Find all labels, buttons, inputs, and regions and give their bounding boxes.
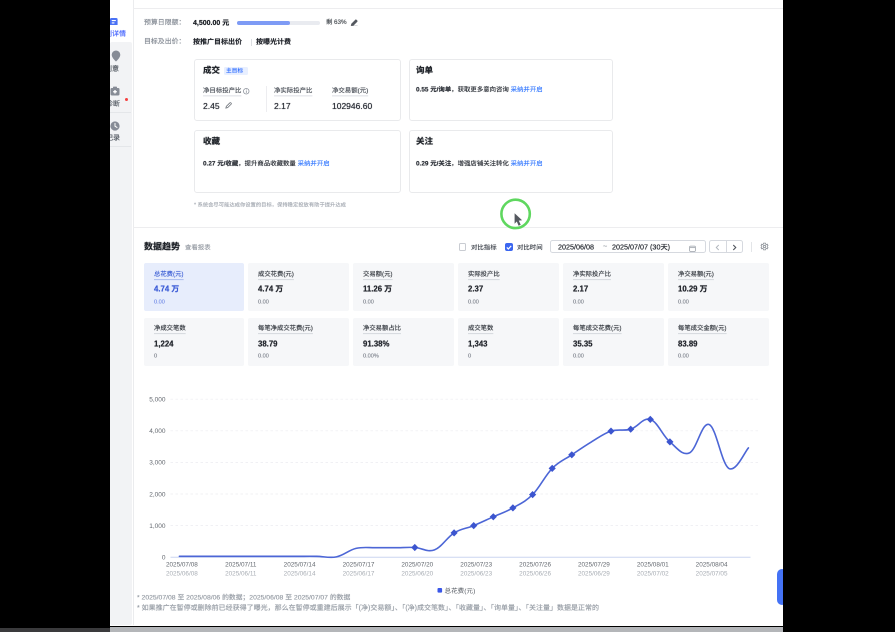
svg-text:2025/07/20: 2025/07/20 — [401, 562, 433, 569]
svg-text:2025/07/14: 2025/07/14 — [284, 562, 316, 569]
svg-text:2025/06/29: 2025/06/29 — [578, 571, 610, 578]
svg-text:2025/06/14: 2025/06/14 — [284, 571, 316, 578]
svg-text:2025/06/20: 2025/06/20 — [401, 571, 433, 578]
svg-text:2025/08/04: 2025/08/04 — [696, 562, 728, 569]
svg-text:2025/07/29: 2025/07/29 — [578, 562, 610, 569]
svg-text:2025/07/02: 2025/07/02 — [637, 571, 669, 578]
svg-text:1,000: 1,000 — [149, 523, 166, 530]
svg-text:2025/07/08: 2025/07/08 — [166, 562, 198, 569]
svg-text:5,000: 5,000 — [149, 397, 166, 404]
svg-text:2025/06/26: 2025/06/26 — [519, 571, 551, 578]
svg-text:2025/07/26: 2025/07/26 — [519, 562, 551, 569]
svg-text:2,000: 2,000 — [149, 491, 166, 498]
svg-text:2025/07/11: 2025/07/11 — [225, 562, 257, 569]
svg-text:2025/06/23: 2025/06/23 — [460, 571, 492, 578]
svg-text:3,000: 3,000 — [149, 460, 166, 467]
svg-text:2025/06/08: 2025/06/08 — [166, 571, 198, 578]
svg-text:2025/07/23: 2025/07/23 — [460, 562, 492, 569]
svg-text:2025/07/05: 2025/07/05 — [696, 571, 728, 578]
svg-text:2025/06/17: 2025/06/17 — [343, 571, 375, 578]
svg-text:2025/07/17: 2025/07/17 — [343, 562, 375, 569]
svg-text:2025/08/01: 2025/08/01 — [637, 562, 669, 569]
svg-text:总花费(元): 总花费(元) — [445, 587, 476, 595]
svg-text:4,000: 4,000 — [149, 428, 166, 435]
svg-text:0: 0 — [162, 555, 166, 562]
svg-text:2025/06/11: 2025/06/11 — [225, 571, 257, 578]
